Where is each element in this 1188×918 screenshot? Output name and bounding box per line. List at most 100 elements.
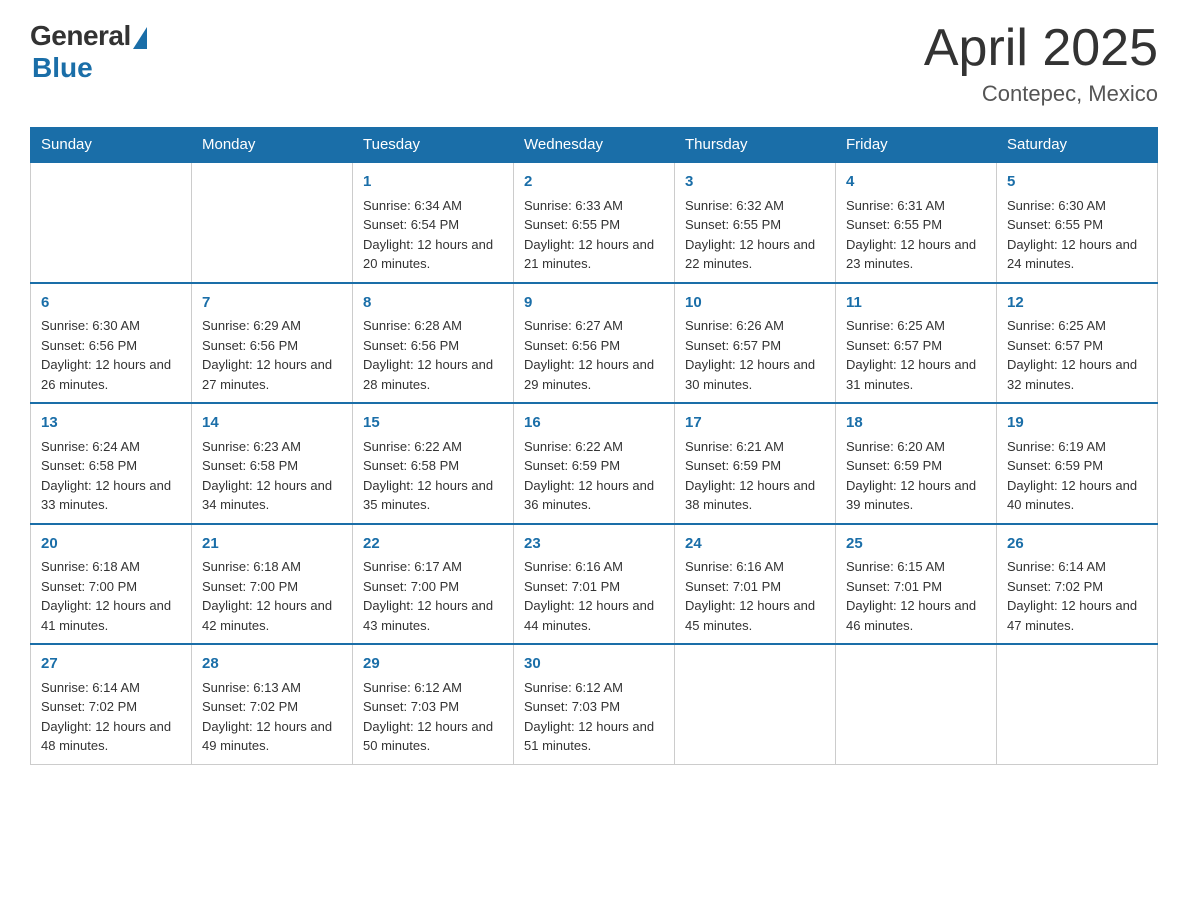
day-number: 28: [202, 653, 342, 676]
day-number: 15: [363, 412, 503, 435]
day-number: 14: [202, 412, 342, 435]
calendar-week-row: 6Sunrise: 6:30 AM Sunset: 6:56 PM Daylig…: [31, 283, 1158, 404]
table-row: 25Sunrise: 6:15 AM Sunset: 7:01 PM Dayli…: [836, 524, 997, 645]
table-row: 24Sunrise: 6:16 AM Sunset: 7:01 PM Dayli…: [675, 524, 836, 645]
day-number: 8: [363, 292, 503, 315]
table-row: 17Sunrise: 6:21 AM Sunset: 6:59 PM Dayli…: [675, 403, 836, 524]
calendar-week-row: 27Sunrise: 6:14 AM Sunset: 7:02 PM Dayli…: [31, 644, 1158, 764]
day-number: 11: [846, 292, 986, 315]
day-info: Sunrise: 6:17 AM Sunset: 7:00 PM Dayligh…: [363, 557, 503, 635]
table-row: 19Sunrise: 6:19 AM Sunset: 6:59 PM Dayli…: [997, 403, 1158, 524]
title-section: April 2025 Contepec, Mexico: [924, 20, 1158, 107]
day-info: Sunrise: 6:28 AM Sunset: 6:56 PM Dayligh…: [363, 316, 503, 394]
table-row: 26Sunrise: 6:14 AM Sunset: 7:02 PM Dayli…: [997, 524, 1158, 645]
day-number: 13: [41, 412, 181, 435]
table-row: 28Sunrise: 6:13 AM Sunset: 7:02 PM Dayli…: [192, 644, 353, 764]
day-number: 3: [685, 171, 825, 194]
calendar-week-row: 13Sunrise: 6:24 AM Sunset: 6:58 PM Dayli…: [31, 403, 1158, 524]
table-row: 30Sunrise: 6:12 AM Sunset: 7:03 PM Dayli…: [514, 644, 675, 764]
table-row: 23Sunrise: 6:16 AM Sunset: 7:01 PM Dayli…: [514, 524, 675, 645]
calendar-week-row: 1Sunrise: 6:34 AM Sunset: 6:54 PM Daylig…: [31, 162, 1158, 283]
table-row: 4Sunrise: 6:31 AM Sunset: 6:55 PM Daylig…: [836, 162, 997, 283]
day-info: Sunrise: 6:14 AM Sunset: 7:02 PM Dayligh…: [41, 678, 181, 756]
col-sunday: Sunday: [31, 128, 192, 163]
logo-triangle-icon: [133, 27, 147, 49]
calendar-header-row: Sunday Monday Tuesday Wednesday Thursday…: [31, 128, 1158, 163]
table-row: 6Sunrise: 6:30 AM Sunset: 6:56 PM Daylig…: [31, 283, 192, 404]
table-row: 7Sunrise: 6:29 AM Sunset: 6:56 PM Daylig…: [192, 283, 353, 404]
day-info: Sunrise: 6:20 AM Sunset: 6:59 PM Dayligh…: [846, 437, 986, 515]
table-row: [836, 644, 997, 764]
table-row: 2Sunrise: 6:33 AM Sunset: 6:55 PM Daylig…: [514, 162, 675, 283]
table-row: 11Sunrise: 6:25 AM Sunset: 6:57 PM Dayli…: [836, 283, 997, 404]
day-info: Sunrise: 6:14 AM Sunset: 7:02 PM Dayligh…: [1007, 557, 1147, 635]
day-number: 22: [363, 533, 503, 556]
day-number: 20: [41, 533, 181, 556]
day-info: Sunrise: 6:30 AM Sunset: 6:56 PM Dayligh…: [41, 316, 181, 394]
table-row: 8Sunrise: 6:28 AM Sunset: 6:56 PM Daylig…: [353, 283, 514, 404]
day-info: Sunrise: 6:27 AM Sunset: 6:56 PM Dayligh…: [524, 316, 664, 394]
day-number: 9: [524, 292, 664, 315]
day-info: Sunrise: 6:18 AM Sunset: 7:00 PM Dayligh…: [41, 557, 181, 635]
day-info: Sunrise: 6:18 AM Sunset: 7:00 PM Dayligh…: [202, 557, 342, 635]
day-info: Sunrise: 6:12 AM Sunset: 7:03 PM Dayligh…: [363, 678, 503, 756]
day-info: Sunrise: 6:25 AM Sunset: 6:57 PM Dayligh…: [846, 316, 986, 394]
day-number: 19: [1007, 412, 1147, 435]
day-number: 26: [1007, 533, 1147, 556]
table-row: 13Sunrise: 6:24 AM Sunset: 6:58 PM Dayli…: [31, 403, 192, 524]
day-info: Sunrise: 6:33 AM Sunset: 6:55 PM Dayligh…: [524, 196, 664, 274]
col-friday: Friday: [836, 128, 997, 163]
table-row: 14Sunrise: 6:23 AM Sunset: 6:58 PM Dayli…: [192, 403, 353, 524]
day-info: Sunrise: 6:32 AM Sunset: 6:55 PM Dayligh…: [685, 196, 825, 274]
day-info: Sunrise: 6:29 AM Sunset: 6:56 PM Dayligh…: [202, 316, 342, 394]
table-row: 1Sunrise: 6:34 AM Sunset: 6:54 PM Daylig…: [353, 162, 514, 283]
table-row: 5Sunrise: 6:30 AM Sunset: 6:55 PM Daylig…: [997, 162, 1158, 283]
day-number: 30: [524, 653, 664, 676]
day-info: Sunrise: 6:24 AM Sunset: 6:58 PM Dayligh…: [41, 437, 181, 515]
day-number: 4: [846, 171, 986, 194]
day-info: Sunrise: 6:30 AM Sunset: 6:55 PM Dayligh…: [1007, 196, 1147, 274]
col-wednesday: Wednesday: [514, 128, 675, 163]
table-row: [31, 162, 192, 283]
table-row: 27Sunrise: 6:14 AM Sunset: 7:02 PM Dayli…: [31, 644, 192, 764]
table-row: 12Sunrise: 6:25 AM Sunset: 6:57 PM Dayli…: [997, 283, 1158, 404]
day-info: Sunrise: 6:15 AM Sunset: 7:01 PM Dayligh…: [846, 557, 986, 635]
day-number: 2: [524, 171, 664, 194]
logo: General Blue: [30, 20, 147, 84]
day-info: Sunrise: 6:16 AM Sunset: 7:01 PM Dayligh…: [524, 557, 664, 635]
day-number: 6: [41, 292, 181, 315]
day-number: 23: [524, 533, 664, 556]
table-row: 21Sunrise: 6:18 AM Sunset: 7:00 PM Dayli…: [192, 524, 353, 645]
table-row: 22Sunrise: 6:17 AM Sunset: 7:00 PM Dayli…: [353, 524, 514, 645]
day-number: 29: [363, 653, 503, 676]
col-monday: Monday: [192, 128, 353, 163]
table-row: 29Sunrise: 6:12 AM Sunset: 7:03 PM Dayli…: [353, 644, 514, 764]
table-row: 9Sunrise: 6:27 AM Sunset: 6:56 PM Daylig…: [514, 283, 675, 404]
day-info: Sunrise: 6:22 AM Sunset: 6:59 PM Dayligh…: [524, 437, 664, 515]
day-info: Sunrise: 6:25 AM Sunset: 6:57 PM Dayligh…: [1007, 316, 1147, 394]
day-number: 17: [685, 412, 825, 435]
day-number: 25: [846, 533, 986, 556]
month-title: April 2025: [924, 20, 1158, 77]
day-info: Sunrise: 6:21 AM Sunset: 6:59 PM Dayligh…: [685, 437, 825, 515]
page-header: General Blue April 2025 Contepec, Mexico: [30, 20, 1158, 107]
day-number: 1: [363, 171, 503, 194]
day-number: 21: [202, 533, 342, 556]
day-number: 24: [685, 533, 825, 556]
table-row: [192, 162, 353, 283]
day-number: 12: [1007, 292, 1147, 315]
col-tuesday: Tuesday: [353, 128, 514, 163]
day-number: 10: [685, 292, 825, 315]
col-thursday: Thursday: [675, 128, 836, 163]
day-info: Sunrise: 6:13 AM Sunset: 7:02 PM Dayligh…: [202, 678, 342, 756]
location-text: Contepec, Mexico: [924, 81, 1158, 107]
table-row: 16Sunrise: 6:22 AM Sunset: 6:59 PM Dayli…: [514, 403, 675, 524]
logo-blue-text: Blue: [32, 52, 93, 84]
day-info: Sunrise: 6:31 AM Sunset: 6:55 PM Dayligh…: [846, 196, 986, 274]
day-info: Sunrise: 6:34 AM Sunset: 6:54 PM Dayligh…: [363, 196, 503, 274]
day-number: 7: [202, 292, 342, 315]
day-number: 27: [41, 653, 181, 676]
calendar-week-row: 20Sunrise: 6:18 AM Sunset: 7:00 PM Dayli…: [31, 524, 1158, 645]
day-number: 18: [846, 412, 986, 435]
table-row: 20Sunrise: 6:18 AM Sunset: 7:00 PM Dayli…: [31, 524, 192, 645]
